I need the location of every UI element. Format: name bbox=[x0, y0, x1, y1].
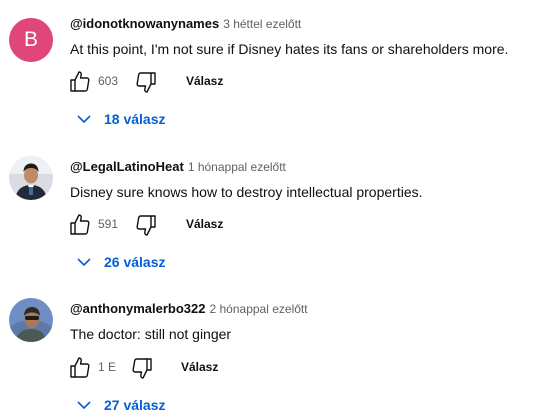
avatar[interactable] bbox=[9, 156, 53, 200]
reply-button[interactable]: Válasz bbox=[181, 360, 218, 374]
thumbs-down-icon[interactable] bbox=[134, 213, 158, 237]
comment-time[interactable]: 1 hónappal ezelőtt bbox=[188, 160, 286, 174]
thumbs-up-icon[interactable] bbox=[68, 213, 92, 237]
comment-actions: 591 Válasz bbox=[68, 213, 368, 237]
comment-header: @anthonymalerbo322 2 hónappal ezelőtt bbox=[70, 300, 308, 318]
comment-header: @LegalLatinoHeat 1 hónappal ezelőtt bbox=[70, 158, 286, 176]
author-name[interactable]: @anthonymalerbo322 bbox=[70, 301, 206, 316]
like-count: 1 E bbox=[98, 360, 117, 374]
reply-button[interactable]: Válasz bbox=[186, 217, 223, 231]
chevron-down-icon bbox=[77, 258, 91, 267]
show-replies-button[interactable]: 26 válasz bbox=[72, 250, 192, 274]
show-replies-button[interactable]: 27 válasz bbox=[72, 393, 192, 417]
avatar-photo bbox=[9, 156, 53, 200]
thumbs-down-icon[interactable] bbox=[134, 70, 158, 94]
like-count: 603 bbox=[98, 74, 119, 88]
author-name[interactable]: @idonotknowanynames bbox=[70, 16, 219, 31]
like-count: 591 bbox=[98, 217, 119, 231]
replies-count: 27 válasz bbox=[104, 397, 166, 413]
replies-count: 26 válasz bbox=[104, 254, 166, 270]
avatar[interactable]: B bbox=[9, 18, 53, 62]
thumbs-up-icon[interactable] bbox=[68, 356, 92, 380]
reply-button[interactable]: Válasz bbox=[186, 74, 223, 88]
avatar-photo bbox=[9, 298, 53, 342]
comment-text: At this point, I'm not sure if Disney ha… bbox=[70, 41, 509, 57]
comment-actions: 603 Válasz bbox=[68, 70, 368, 94]
show-replies-button[interactable]: 18 válasz bbox=[72, 107, 192, 131]
chevron-down-icon bbox=[77, 115, 91, 124]
comment-time[interactable]: 2 hónappal ezelőtt bbox=[210, 302, 308, 316]
comment-text: The doctor: still not ginger bbox=[70, 326, 232, 342]
chevron-down-icon bbox=[77, 401, 91, 410]
author-name[interactable]: @LegalLatinoHeat bbox=[70, 159, 184, 174]
comment-header: @idonotknowanynames 3 héttel ezelőtt bbox=[70, 15, 301, 33]
comment-actions: 1 E Válasz bbox=[68, 356, 368, 380]
comment-time[interactable]: 3 héttel ezelőtt bbox=[223, 17, 301, 31]
thumbs-up-icon[interactable] bbox=[68, 70, 92, 94]
comment-text: Disney sure knows how to destroy intelle… bbox=[70, 184, 423, 200]
thumbs-down-icon[interactable] bbox=[130, 356, 154, 380]
avatar[interactable] bbox=[9, 298, 53, 342]
replies-count: 18 válasz bbox=[104, 111, 166, 127]
